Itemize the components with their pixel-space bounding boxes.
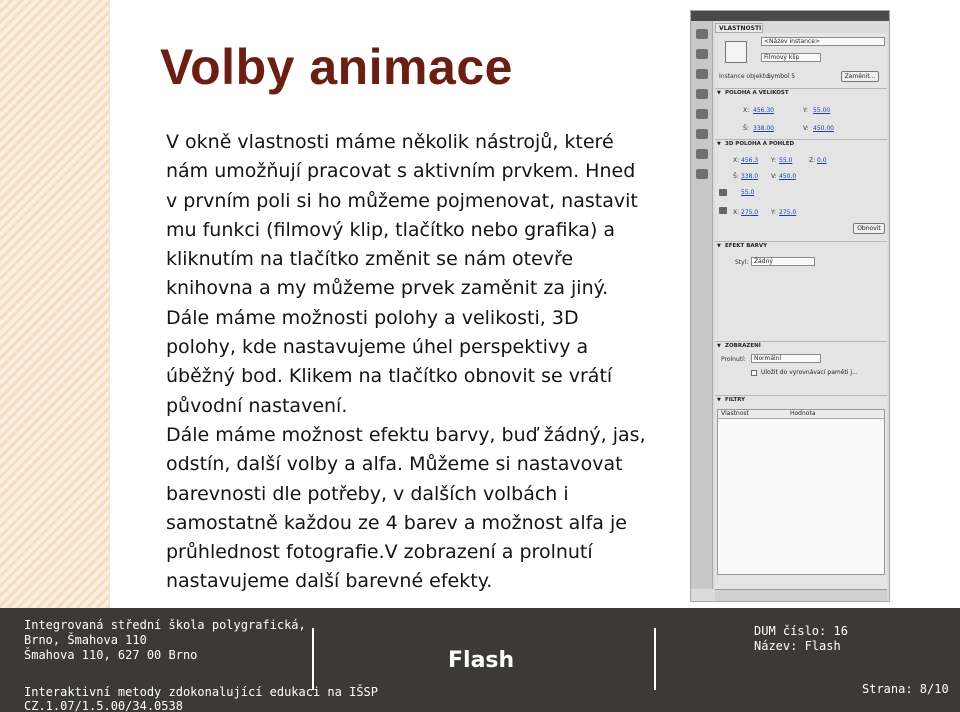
symbol-type-select[interactable]: Filmový klip [761, 53, 821, 62]
school-line-1: Integrovaná střední škola polygrafická, [24, 618, 306, 632]
tool-icon[interactable] [696, 129, 708, 139]
blend-label: Prolnutí: [721, 356, 746, 363]
body-line: samostatně každou ze 4 barev a možnost a… [166, 511, 627, 534]
body-line: Dále máme možnost efektu barvy, buď žádn… [166, 423, 646, 446]
material-name: Název: Flash [754, 639, 841, 653]
project-line-1: Interaktivní metody zdokonalující edukac… [24, 685, 379, 699]
filters-list[interactable]: Vlastnost Hodnota [717, 409, 885, 575]
height-label: V: [803, 125, 809, 132]
body-line: v prvním poli si ho můžeme pojmenovat, n… [166, 189, 638, 212]
decorative-stripe [0, 0, 110, 608]
panel-toolbar [691, 21, 713, 589]
body-line: původní nastavení. [166, 394, 348, 417]
vanishing-point-icon [719, 207, 727, 214]
w3-label: Š: [733, 173, 739, 180]
tool-icon[interactable] [696, 49, 708, 59]
body-line: průhlednost fotografie.V zobrazení a pro… [166, 541, 593, 564]
filters-toolbar [715, 589, 887, 601]
footer-divider [654, 628, 656, 690]
body-line: barevnosti dle potřeby, v dalších volbác… [166, 482, 569, 505]
section-3d[interactable]: 3D POLOHA A POHLED [715, 139, 887, 149]
symbol-icon [725, 41, 747, 63]
height-value[interactable]: 450.00 [813, 125, 834, 133]
body-line: polohy, kde nastavujeme úhel perspektivy… [166, 336, 589, 359]
tool-icon[interactable] [696, 89, 708, 99]
x3-label: X: [733, 157, 740, 164]
dum-number: DUM číslo: 16 [754, 624, 848, 638]
filters-header: Vlastnost Hodnota [718, 410, 884, 419]
perspective-value[interactable]: 55.0 [741, 189, 754, 197]
vx-value[interactable]: 275.0 [741, 209, 758, 217]
x-label: X: [743, 107, 750, 114]
properties-panel: VLASTNOSTI <Název instance> Filmový klip… [690, 10, 890, 602]
width-value[interactable]: 338.00 [753, 125, 774, 133]
body-line: nám umožňují pracovat s aktivním prvkem.… [166, 160, 636, 183]
instance-label: Instance objektu: [719, 73, 771, 80]
style-select[interactable]: Žádný [751, 257, 815, 266]
x3-value[interactable]: 456.3 [741, 157, 758, 165]
h3-label: V: [771, 173, 777, 180]
school-line-2: Brno, Šmahova 110 [24, 633, 147, 647]
tool-icon[interactable] [696, 109, 708, 119]
section-position-size[interactable]: POLOHA A VELIKOST [715, 88, 887, 98]
footer: Integrovaná střední škola polygrafická, … [0, 608, 960, 712]
tool-icon[interactable] [696, 169, 708, 179]
y3-value[interactable]: 55.0 [779, 157, 792, 165]
section-color-effect[interactable]: EFEKT BARVY [715, 241, 887, 251]
instance-name-input[interactable]: <Název instance> [761, 37, 885, 46]
tool-icon[interactable] [696, 69, 708, 79]
blend-select[interactable]: Normální [751, 354, 821, 363]
col-property: Vlastnost [721, 410, 749, 417]
y3-label: Y: [771, 157, 776, 164]
subject-name: Flash [448, 648, 515, 673]
body-line: knihovna a my můžeme prvek zaměnit za ji… [166, 277, 609, 300]
swap-button[interactable]: Zaměnit... [841, 71, 879, 82]
project-line-2: CZ.1.07/1.5.00/34.0538 [24, 699, 183, 712]
panel-title-bar[interactable] [691, 11, 889, 21]
school-line-3: Šmahova 110, 627 00 Brno [24, 648, 198, 662]
section-display[interactable]: ZOBRAZENÍ [715, 341, 887, 351]
h3-value[interactable]: 450.0 [779, 173, 796, 181]
tool-icon[interactable] [696, 29, 708, 39]
instance-value: Symbol 5 [767, 73, 796, 80]
slide-title: Volby animace [160, 39, 513, 95]
body-line: V okně vlastnosti máme několik nástrojů,… [166, 131, 614, 153]
footer-divider [312, 628, 314, 690]
panel-content: <Název instance> Filmový klip Instance o… [715, 33, 887, 589]
body-line: nastavujeme další barevné efekty. [166, 570, 493, 593]
vx-label: X: [733, 209, 740, 216]
style-label: Styl: [735, 259, 749, 266]
x-value[interactable]: 456.30 [753, 107, 774, 115]
perspective-icon [719, 189, 727, 196]
width-label: Š: [743, 125, 749, 132]
w3-value[interactable]: 338.0 [741, 173, 758, 181]
reset-button[interactable]: Obnovit [853, 223, 885, 234]
cache-label: Uložit do vyrovnávací paměti j... [761, 369, 858, 376]
cache-checkbox[interactable] [751, 370, 757, 376]
col-value: Hodnota [790, 410, 816, 417]
body-line: úběžný bod. Klikem na tlačítko obnovit s… [166, 365, 613, 388]
page-number: Strana: 8/10 [862, 682, 949, 696]
vy-label: Y: [771, 209, 776, 216]
body-line: odstín, další volby a alfa. Můžeme si na… [166, 453, 623, 476]
body-line: Dále máme možnosti polohy a velikosti, 3… [166, 306, 579, 329]
vy-value[interactable]: 275.0 [779, 209, 796, 217]
z3-label: Z: [809, 157, 816, 164]
y-value[interactable]: 55.00 [813, 107, 830, 115]
body-line: kliknutím na tlačítko změnit se nám otev… [166, 248, 574, 271]
body-line: mu funkci (filmový klip, tlačítko nebo g… [166, 218, 616, 241]
section-filters[interactable]: FILTRY [715, 395, 887, 405]
slide-body: V okně vlastnosti máme několik nástrojů,… [166, 128, 666, 597]
tool-icon[interactable] [696, 149, 708, 159]
tab-properties[interactable]: VLASTNOSTI [715, 23, 763, 33]
z3-value[interactable]: 0.0 [817, 157, 827, 165]
y-label: Y: [803, 107, 808, 114]
